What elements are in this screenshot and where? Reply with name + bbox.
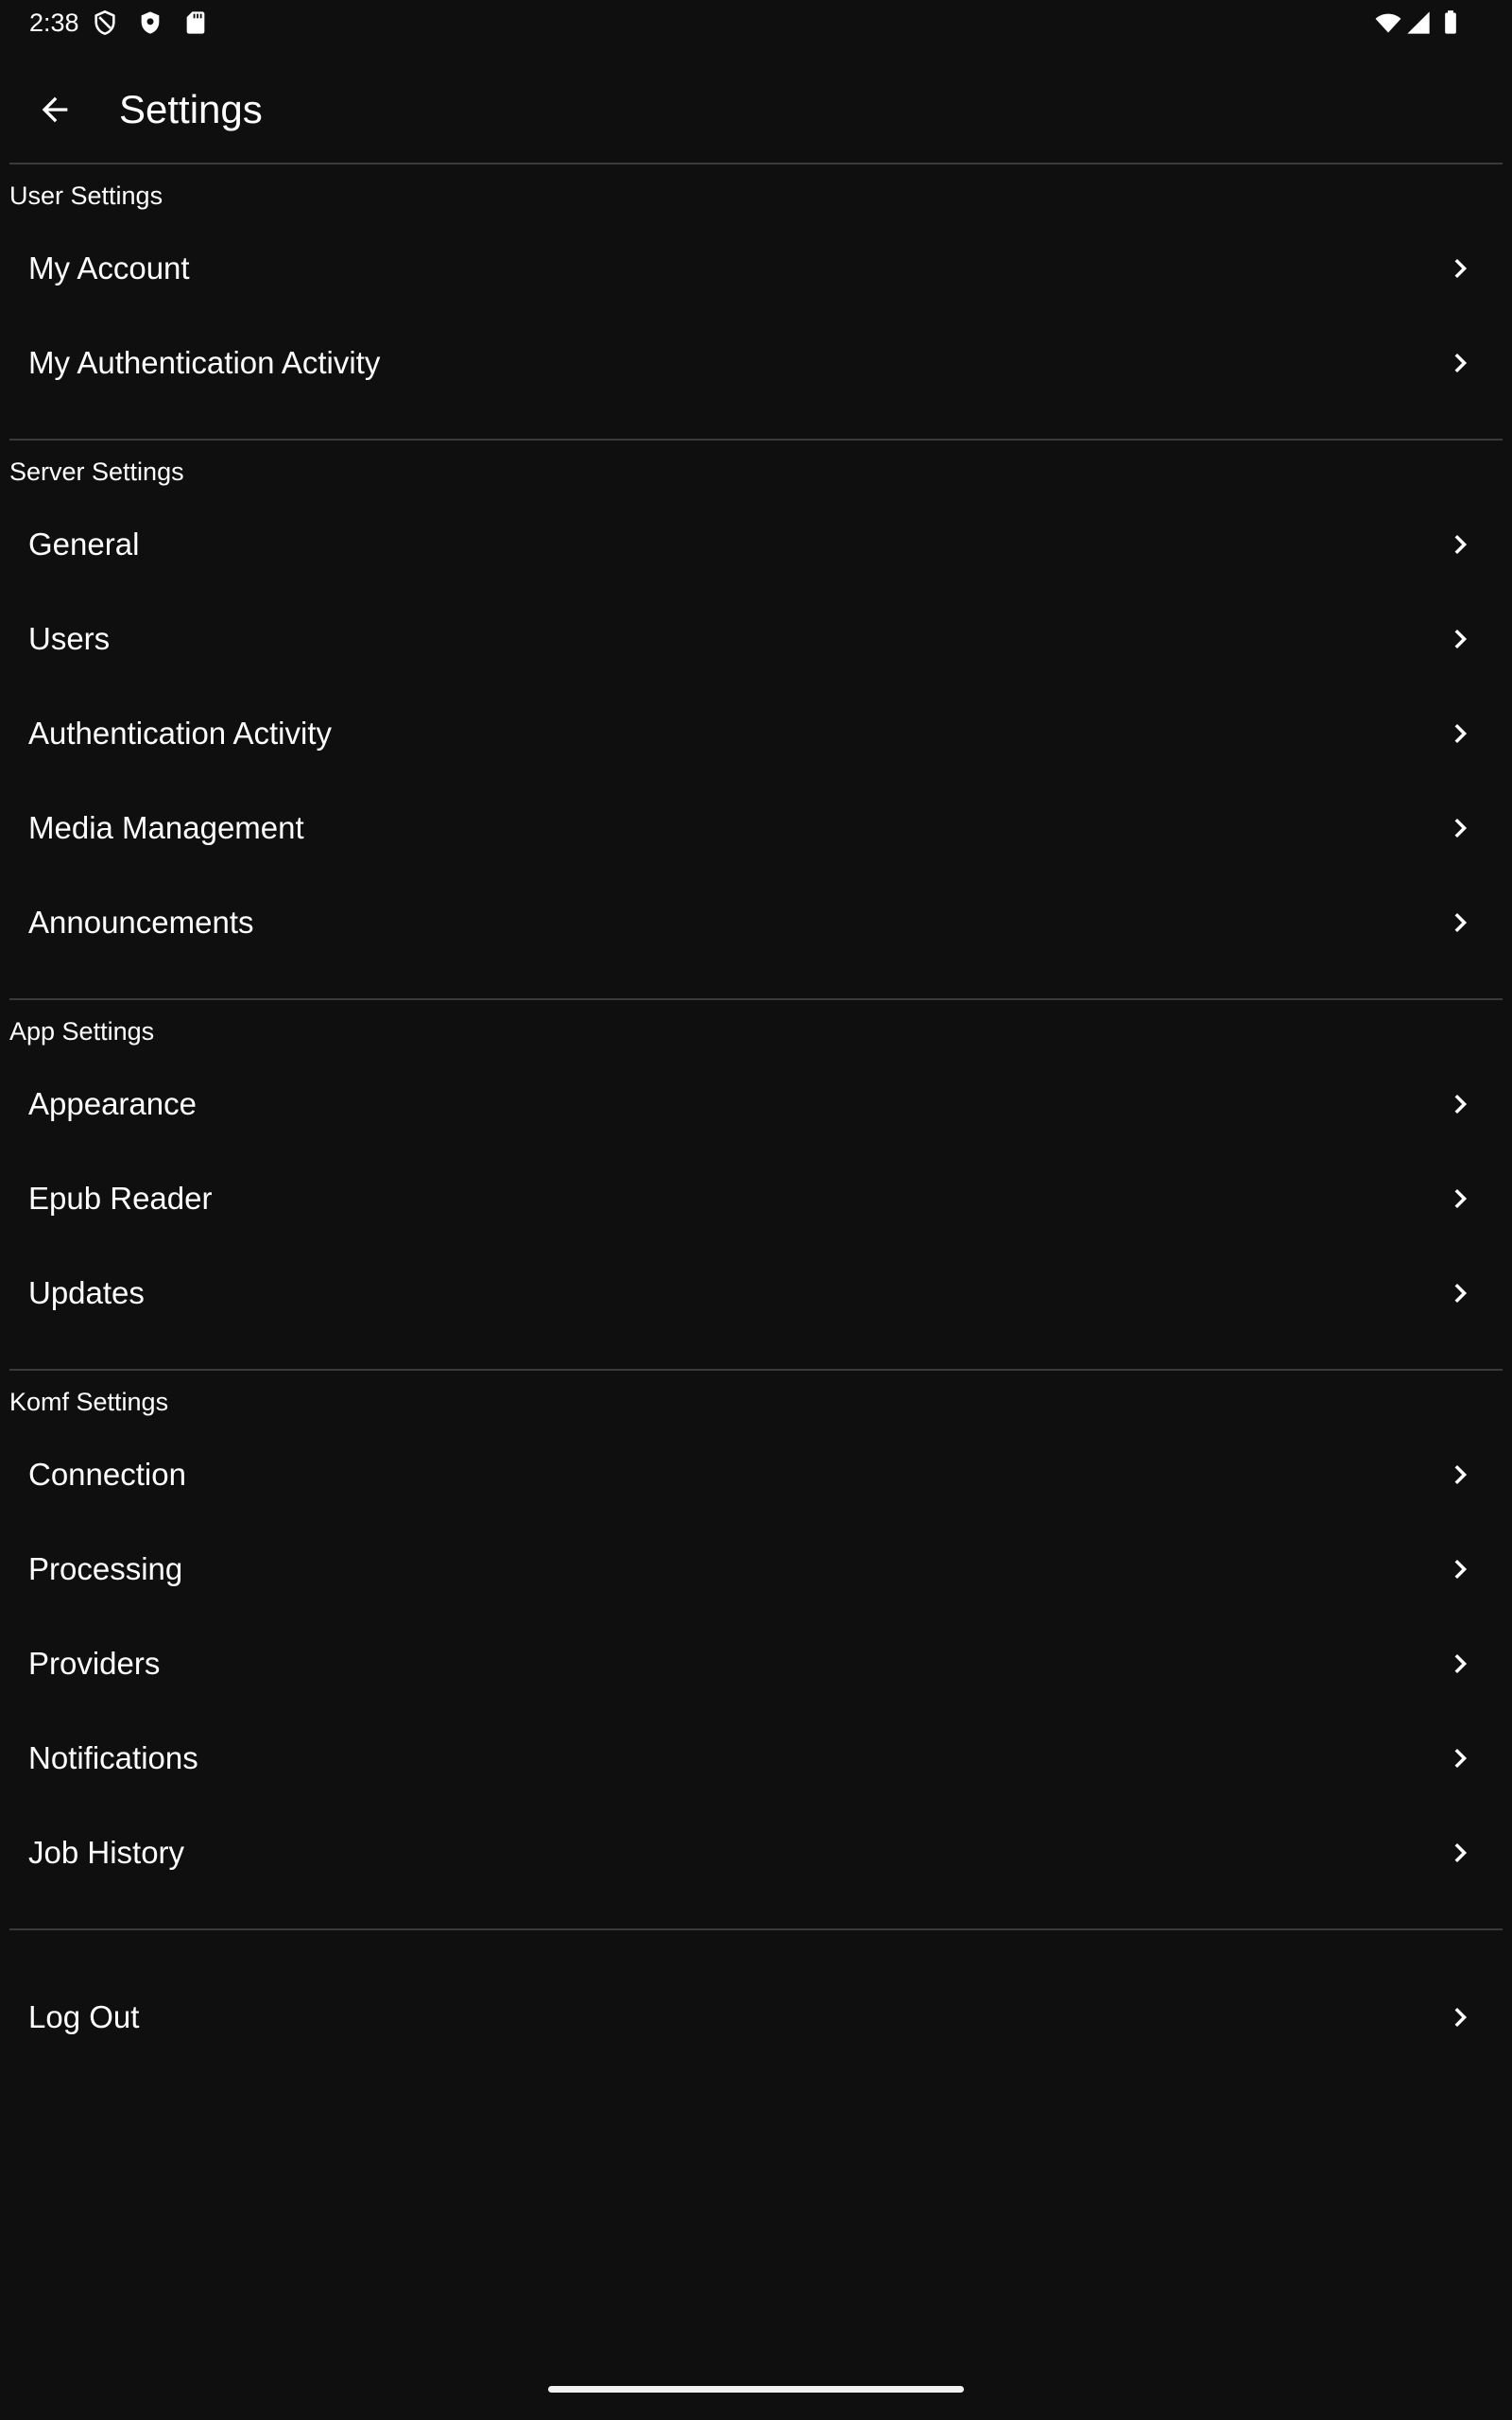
chevron-right-icon: [1454, 818, 1468, 838]
chevron-right-icon: [1454, 353, 1468, 373]
item-label: Users: [28, 621, 111, 656]
settings-item-my-authentication-activity[interactable]: My Authentication Activity: [0, 316, 1512, 410]
settings-item-authentication-activity[interactable]: Authentication Activity: [0, 686, 1512, 781]
chevron-right-icon: [1454, 1464, 1468, 1485]
section-header-user-settings: User Settings: [9, 182, 163, 210]
item-label: General: [28, 527, 140, 562]
chevron-right-icon: [1454, 912, 1468, 933]
chevron-right-icon: [1454, 1283, 1468, 1304]
item-label: Epub Reader: [28, 1181, 213, 1216]
settings-item-processing[interactable]: Processing: [0, 1522, 1512, 1616]
chevron-right-icon: [1454, 534, 1468, 555]
gesture-navigation-bar[interactable]: [548, 2386, 964, 2393]
settings-item-appearance[interactable]: Appearance: [0, 1057, 1512, 1151]
logout-spacer: [0, 1930, 1512, 1970]
shield-outline-icon: [94, 10, 115, 35]
item-label: Updates: [28, 1275, 145, 1310]
settings-list: User Settings My Account My Authenticati…: [0, 163, 1512, 2065]
chevron-right-icon: [1454, 1842, 1468, 1863]
app-bar: Settings: [0, 57, 1512, 163]
item-label: Log Out: [28, 1999, 140, 2034]
chevron-right-icon: [1454, 723, 1468, 744]
status-bar: 2:38: [0, 0, 1512, 45]
settings-item-epub-reader[interactable]: Epub Reader: [0, 1151, 1512, 1246]
battery-icon: [1445, 10, 1456, 34]
settings-screen: 2:38 Settings User Settings My Account M…: [0, 0, 1512, 2420]
sd-card-icon: [186, 11, 205, 34]
chevron-right-icon: [1454, 629, 1468, 649]
settings-item-users[interactable]: Users: [0, 592, 1512, 686]
settings-item-announcements[interactable]: Announcements: [0, 875, 1512, 970]
item-label: Notifications: [28, 1740, 198, 1775]
settings-item-media-management[interactable]: Media Management: [0, 781, 1512, 875]
chevron-right-icon: [1454, 1748, 1468, 1769]
chevron-right-icon: [1454, 258, 1468, 279]
status-time: 2:38: [29, 9, 79, 37]
settings-item-updates[interactable]: Updates: [0, 1246, 1512, 1340]
arrow-back-icon: [42, 96, 68, 123]
item-label: Connection: [28, 1457, 186, 1492]
chevron-right-icon: [1454, 1094, 1468, 1115]
item-label: Processing: [28, 1551, 183, 1586]
cellular-signal-icon: [1407, 11, 1430, 34]
wifi-icon: [1375, 13, 1401, 33]
item-label: Announcements: [28, 905, 254, 940]
item-label: Job History: [28, 1835, 185, 1870]
item-label: My Authentication Activity: [28, 345, 381, 380]
item-label: My Account: [28, 251, 190, 285]
chevron-right-icon: [1454, 1188, 1468, 1209]
section-header-app-settings: App Settings: [9, 1017, 155, 1046]
chevron-right-icon: [1454, 1559, 1468, 1580]
settings-item-my-account[interactable]: My Account: [0, 221, 1512, 316]
shield-filled-icon: [141, 11, 160, 34]
log-out-button[interactable]: Log Out: [0, 1970, 1512, 2065]
item-label: Providers: [28, 1646, 161, 1681]
section-header-komf-settings: Komf Settings: [9, 1388, 169, 1416]
section-header-server-settings: Server Settings: [9, 458, 184, 486]
back-button[interactable]: [25, 83, 85, 136]
item-label: Appearance: [28, 1086, 197, 1121]
settings-item-connection[interactable]: Connection: [0, 1427, 1512, 1522]
settings-item-general[interactable]: General: [0, 497, 1512, 592]
item-label: Media Management: [28, 810, 304, 845]
page-title: Settings: [119, 87, 263, 131]
chevron-right-icon: [1454, 2007, 1468, 2028]
item-label: Authentication Activity: [28, 716, 333, 751]
settings-item-job-history[interactable]: Job History: [0, 1806, 1512, 1900]
settings-item-providers[interactable]: Providers: [0, 1616, 1512, 1711]
chevron-right-icon: [1454, 1653, 1468, 1674]
settings-item-notifications[interactable]: Notifications: [0, 1711, 1512, 1806]
